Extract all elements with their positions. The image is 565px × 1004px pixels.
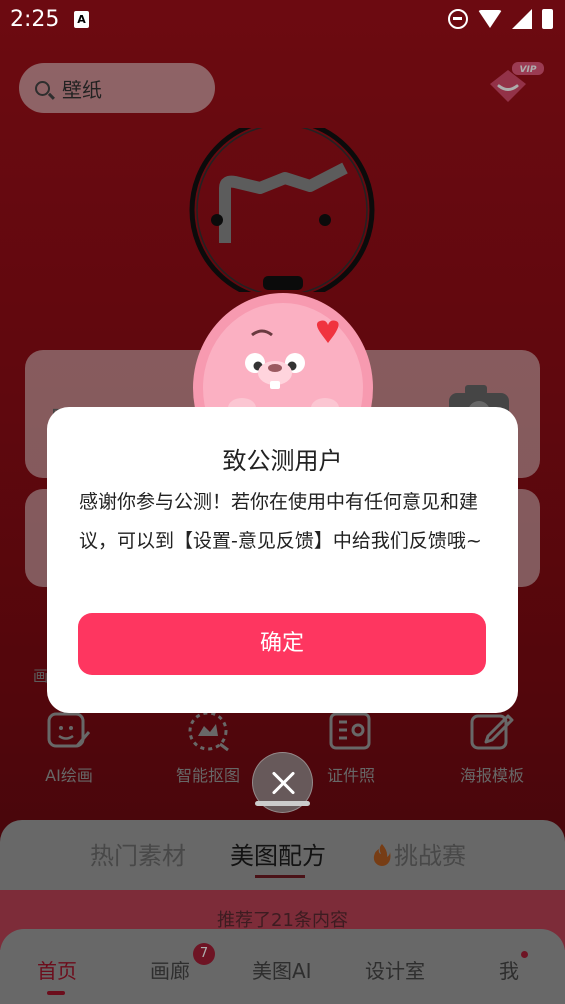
status-time: 2:25 xyxy=(10,7,60,32)
battery-icon xyxy=(542,9,553,29)
gesture-handle xyxy=(255,801,310,806)
signal-icon xyxy=(512,9,532,29)
dialog-title: 致公测用户 xyxy=(222,447,343,475)
notification-icon: A xyxy=(74,11,89,28)
status-bar: 2:25 A xyxy=(0,0,565,40)
dialog-message: 感谢你参与公测！若你在使用中有任何意见和建议，可以到【设置-意见反馈】中给我们反… xyxy=(79,491,482,552)
do-not-disturb-icon xyxy=(448,9,468,29)
screen: 2:25 A 壁纸 VIP 图片美化 画 xyxy=(0,0,565,1004)
mascot-illustration xyxy=(193,293,373,418)
public-beta-dialog: 致公测用户 感谢你参与公测！若你在使用中有任何意见和建议，可以到【设置-意见反馈… xyxy=(47,407,518,713)
wifi-icon xyxy=(478,10,502,28)
status-icons xyxy=(448,9,553,29)
confirm-button[interactable]: 确定 xyxy=(78,613,486,675)
